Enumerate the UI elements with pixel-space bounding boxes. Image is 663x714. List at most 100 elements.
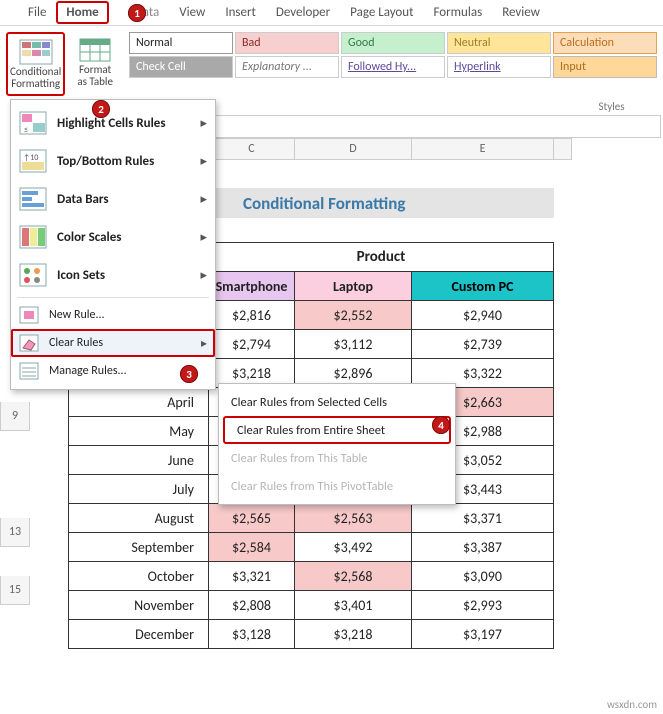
- sheet-title-text: Conditional Formatting: [243, 193, 405, 214]
- cell-month[interactable]: June: [69, 446, 209, 475]
- chevron-right-icon: ▸: [200, 154, 207, 169]
- chevron-right-icon: ▸: [200, 230, 207, 245]
- clear-rules-submenu: Clear Rules from Selected Cells Clear Ru…: [218, 383, 456, 505]
- cell[interactable]: $3,090: [412, 562, 554, 591]
- style-explanatory[interactable]: Explanatory ...: [235, 56, 339, 78]
- clear-entire-sheet[interactable]: Clear Rules from Entire Sheet: [223, 416, 451, 444]
- cell[interactable]: $3,492: [295, 533, 412, 562]
- conditional-formatting-button[interactable]: Conditional Formatting: [6, 32, 65, 96]
- tab-home[interactable]: Home: [56, 1, 108, 24]
- format-as-table-button[interactable]: Format as Table: [71, 32, 119, 92]
- tab-file[interactable]: File: [18, 1, 56, 24]
- style-neutral[interactable]: Neutral: [447, 32, 551, 54]
- cell[interactable]: $3,128: [209, 620, 295, 649]
- cell[interactable]: $2,568: [295, 562, 412, 591]
- tab-review[interactable]: Review: [492, 1, 550, 24]
- tab-view[interactable]: View: [169, 1, 215, 24]
- new-rule-icon: [19, 306, 39, 324]
- tab-insert[interactable]: Insert: [215, 1, 266, 24]
- format-as-table-label: Format as Table: [73, 64, 117, 88]
- watermark: wsxdn.com: [607, 698, 657, 711]
- cell[interactable]: $3,321: [209, 562, 295, 591]
- menu-data-bars[interactable]: Data Bars ▸: [11, 180, 215, 218]
- cell[interactable]: $3,401: [295, 591, 412, 620]
- highlight-cells-icon: ≤: [19, 111, 47, 135]
- cell[interactable]: $3,371: [412, 504, 554, 533]
- style-normal[interactable]: Normal: [129, 32, 233, 54]
- cell[interactable]: $2,739: [412, 330, 554, 359]
- cell[interactable]: $2,993: [412, 591, 554, 620]
- cell[interactable]: $3,387: [412, 533, 554, 562]
- ribbon-tabs: File Home ata View Insert Developer Page…: [0, 0, 663, 26]
- cell-month[interactable]: November: [69, 591, 209, 620]
- formula-bar[interactable]: fx: [173, 115, 661, 138]
- styles-group-label: Styles: [280, 96, 663, 113]
- cell[interactable]: $3,112: [295, 330, 412, 359]
- badge-4: 4: [432, 416, 450, 434]
- style-calculation[interactable]: Calculation: [553, 32, 657, 54]
- menu-new-label: New Rule...: [49, 308, 105, 322]
- cell[interactable]: $2,794: [209, 330, 295, 359]
- cell[interactable]: $3,197: [412, 620, 554, 649]
- conditional-formatting-label: Conditional Formatting: [10, 66, 61, 90]
- tab-developer[interactable]: Developer: [266, 1, 340, 24]
- chevron-right-icon: ▸: [201, 336, 207, 351]
- style-good[interactable]: Good: [341, 32, 445, 54]
- cell[interactable]: $2,808: [209, 591, 295, 620]
- style-check-cell[interactable]: Check Cell: [129, 56, 233, 78]
- row-13[interactable]: 13: [0, 518, 30, 547]
- chevron-right-icon: ▸: [200, 268, 207, 283]
- cell-month[interactable]: September: [69, 533, 209, 562]
- cell-month[interactable]: May: [69, 417, 209, 446]
- col-smartphone: Smartphone: [209, 272, 295, 301]
- cell-month[interactable]: December: [69, 620, 209, 649]
- data-bars-icon: [19, 187, 47, 211]
- tab-formulas[interactable]: Formulas: [423, 1, 492, 24]
- menu-icon-sets[interactable]: Icon Sets ▸: [11, 256, 215, 294]
- svg-text:≤: ≤: [24, 125, 28, 135]
- cell-month[interactable]: July: [69, 475, 209, 504]
- menu-new-rule[interactable]: New Rule...: [11, 301, 215, 329]
- top-bottom-icon: ↑10: [19, 149, 47, 173]
- col-c[interactable]: C: [209, 138, 295, 160]
- cell[interactable]: $2,552: [295, 301, 412, 330]
- tab-page-layout[interactable]: Page Layout: [340, 1, 423, 24]
- icon-sets-icon: [19, 263, 47, 287]
- style-input[interactable]: Input: [553, 56, 657, 78]
- cell[interactable]: $2,563: [295, 504, 412, 533]
- manage-rules-icon: [19, 362, 39, 380]
- menu-clear-label: Clear Rules: [49, 336, 103, 350]
- menu-is-label: Icon Sets: [57, 268, 105, 283]
- cell[interactable]: $2,565: [209, 504, 295, 533]
- conditional-formatting-icon: [18, 38, 54, 66]
- clear-this-table: Clear Rules from This Table: [219, 444, 455, 472]
- product-header: Product: [209, 243, 554, 272]
- cell[interactable]: $2,816: [209, 301, 295, 330]
- menu-clear-rules[interactable]: Clear Rules ▸: [11, 329, 215, 357]
- cell[interactable]: $3,218: [295, 620, 412, 649]
- color-scales-icon: [19, 225, 47, 249]
- conditional-formatting-menu: ≤ Highlight Cells Rules ▸ ↑10 Top/Bottom…: [10, 99, 216, 390]
- menu-cs-label: Color Scales: [57, 230, 121, 245]
- row-15[interactable]: 15: [0, 576, 30, 605]
- cell-month[interactable]: October: [69, 562, 209, 591]
- clear-selected-cells[interactable]: Clear Rules from Selected Cells: [219, 388, 455, 416]
- cell-month[interactable]: April: [69, 388, 209, 417]
- style-bad[interactable]: Bad: [235, 32, 339, 54]
- badge-3: 3: [180, 365, 198, 383]
- menu-top-bottom-rules[interactable]: ↑10 Top/Bottom Rules ▸: [11, 142, 215, 180]
- col-d[interactable]: D: [295, 138, 412, 160]
- col-e[interactable]: E: [412, 138, 554, 160]
- col-edge: [554, 138, 572, 160]
- menu-hcr-label: Highlight Cells Rules: [57, 116, 166, 131]
- menu-color-scales[interactable]: Color Scales ▸: [11, 218, 215, 256]
- style-followed-hyperlink[interactable]: Followed Hy...: [341, 56, 445, 78]
- svg-text:↑10: ↑10: [23, 153, 38, 163]
- row-9[interactable]: 9: [0, 402, 30, 431]
- cell[interactable]: $2,584: [209, 533, 295, 562]
- clear-this-pivot: Clear Rules from This PivotTable: [219, 472, 455, 500]
- cell-month[interactable]: August: [69, 504, 209, 533]
- menu-highlight-cells-rules[interactable]: ≤ Highlight Cells Rules ▸: [11, 104, 215, 142]
- style-hyperlink[interactable]: Hyperlink: [447, 56, 551, 78]
- cell[interactable]: $2,940: [412, 301, 554, 330]
